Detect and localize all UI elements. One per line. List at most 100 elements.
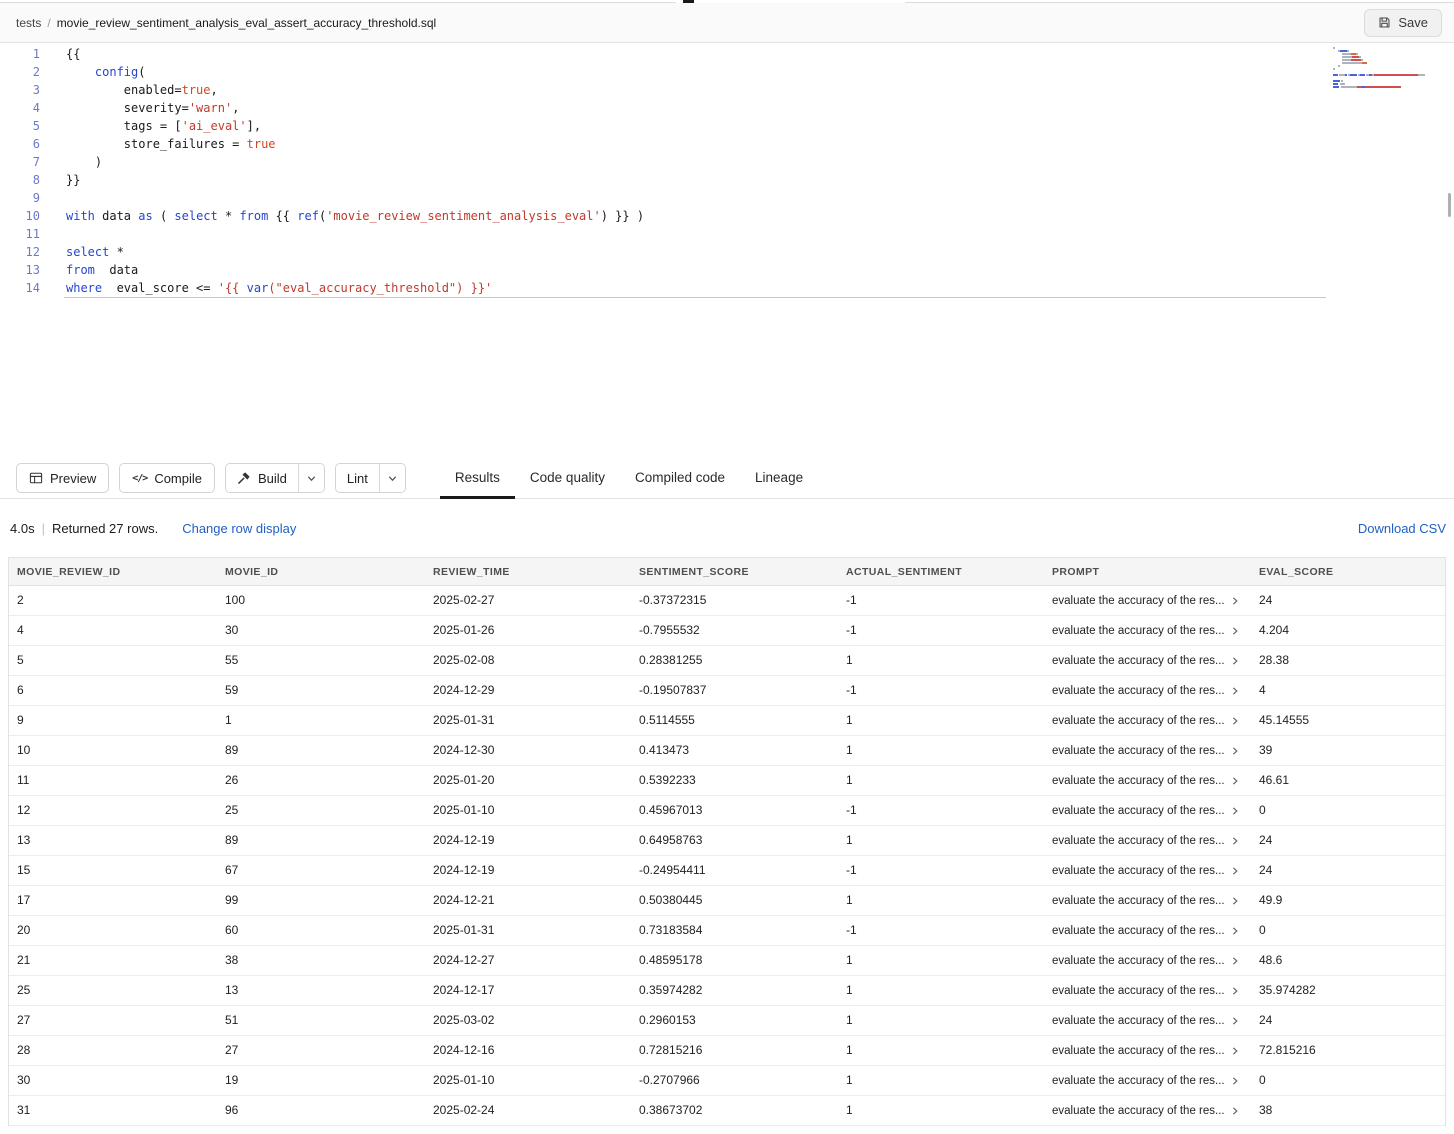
editor-line[interactable]: 5 tags = ['ai_eval'],	[0, 117, 1454, 135]
code-editor[interactable]: 1{{2 config(3 enabled=true,4 severity='w…	[0, 43, 1454, 458]
table-cell: 1	[838, 706, 1044, 735]
download-csv-link[interactable]: Download CSV	[1358, 521, 1446, 536]
tab-results[interactable]: Results	[440, 458, 515, 499]
table-cell: 1	[838, 1036, 1044, 1065]
prompt-text: evaluate the accuracy of the res...	[1052, 925, 1225, 937]
status-separator: |	[42, 521, 45, 536]
column-header: MOVIE_ID	[217, 558, 425, 585]
prompt-cell[interactable]: evaluate the accuracy of the res...	[1044, 796, 1251, 825]
column-header: REVIEW_TIME	[425, 558, 631, 585]
build-dropdown-button[interactable]	[299, 464, 324, 492]
prompt-cell[interactable]: evaluate the accuracy of the res...	[1044, 976, 1251, 1005]
file-tab-icon	[683, 0, 694, 3]
prompt-text: evaluate the accuracy of the res...	[1052, 745, 1225, 757]
prompt-cell[interactable]: evaluate the accuracy of the res...	[1044, 946, 1251, 975]
preview-button[interactable]: Preview	[16, 463, 109, 493]
expand-cell-icon	[1230, 806, 1240, 816]
prompt-cell[interactable]: evaluate the accuracy of the res...	[1044, 646, 1251, 675]
prompt-cell[interactable]: evaluate the accuracy of the res...	[1044, 916, 1251, 945]
table-cell: 67	[217, 856, 425, 885]
prompt-cell[interactable]: evaluate the accuracy of the res...	[1044, 1006, 1251, 1035]
prompt-text: evaluate the accuracy of the res...	[1052, 775, 1225, 787]
prompt-text: evaluate the accuracy of the res...	[1052, 685, 1225, 697]
table-cell: 0.28381255	[631, 646, 838, 675]
table-cell: 17	[9, 886, 217, 915]
breadcrumb-folder[interactable]: tests	[16, 16, 41, 30]
prompt-cell[interactable]: evaluate the accuracy of the res...	[1044, 676, 1251, 705]
hammer-icon	[237, 471, 251, 485]
table-cell: 38	[1251, 1096, 1445, 1125]
lint-button[interactable]: Lint	[336, 464, 380, 492]
line-number: 11	[0, 225, 40, 243]
prompt-cell[interactable]: evaluate the accuracy of the res...	[1044, 856, 1251, 885]
table-cell: 59	[217, 676, 425, 705]
editor-scrollbar[interactable]	[1448, 193, 1451, 217]
editor-line[interactable]: 6 store_failures = true	[0, 135, 1454, 153]
editor-line[interactable]: 2 config(	[0, 63, 1454, 81]
prompt-cell[interactable]: evaluate the accuracy of the res...	[1044, 886, 1251, 915]
line-number: 5	[0, 117, 40, 135]
lint-dropdown-button[interactable]	[380, 464, 405, 492]
table-cell: 2024-12-21	[425, 886, 631, 915]
table-cell: 0.35974282	[631, 976, 838, 1005]
prompt-text: evaluate the accuracy of the res...	[1052, 955, 1225, 967]
editor-line[interactable]: 7 )	[0, 153, 1454, 171]
save-icon	[1378, 16, 1391, 29]
table-cell: 2024-12-17	[425, 976, 631, 1005]
app: tests / movie_review_sentiment_analysis_…	[0, 0, 1454, 1126]
prompt-cell[interactable]: evaluate the accuracy of the res...	[1044, 616, 1251, 645]
editor-line[interactable]: 1{{	[0, 45, 1454, 63]
compile-button[interactable]: </> Compile	[119, 463, 215, 493]
table-row: 20602025-01-310.73183584-1evaluate the a…	[9, 916, 1445, 946]
table-row: 13892024-12-190.649587631evaluate the ac…	[9, 826, 1445, 856]
table-cell: 55	[217, 646, 425, 675]
editor-line[interactable]: 10with data as ( select * from {{ ref('m…	[0, 207, 1454, 225]
prompt-cell[interactable]: evaluate the accuracy of the res...	[1044, 706, 1251, 735]
table-cell: 27	[217, 1036, 425, 1065]
editor-line[interactable]: 3 enabled=true,	[0, 81, 1454, 99]
table-cell: 2025-02-24	[425, 1096, 631, 1125]
lint-split-button: Lint	[335, 463, 406, 493]
table-cell: 49.9	[1251, 886, 1445, 915]
editor-line[interactable]: 11	[0, 225, 1454, 243]
line-number: 2	[0, 63, 40, 81]
editor-line[interactable]: 4 severity='warn',	[0, 99, 1454, 117]
expand-cell-icon	[1230, 626, 1240, 636]
table-cell: 31	[9, 1096, 217, 1125]
prompt-cell[interactable]: evaluate the accuracy of the res...	[1044, 586, 1251, 615]
tab-lineage[interactable]: Lineage	[740, 458, 818, 499]
table-row: 4302025-01-26-0.7955532-1evaluate the ac…	[9, 616, 1445, 646]
file-tab-strip[interactable]	[0, 0, 1454, 3]
prompt-cell[interactable]: evaluate the accuracy of the res...	[1044, 736, 1251, 765]
editor-line[interactable]: 12select *	[0, 243, 1454, 261]
table-cell: 28.38	[1251, 646, 1445, 675]
line-number: 12	[0, 243, 40, 261]
prompt-cell[interactable]: evaluate the accuracy of the res...	[1044, 1096, 1251, 1125]
build-button[interactable]: Build	[226, 464, 299, 492]
table-cell: 4	[9, 616, 217, 645]
table-cell: 1	[838, 766, 1044, 795]
table-cell: 2024-12-27	[425, 946, 631, 975]
change-row-display-link[interactable]: Change row display	[182, 521, 296, 536]
editor-line[interactable]: 9	[0, 189, 1454, 207]
table-cell: 20	[9, 916, 217, 945]
editor-line[interactable]: 13from data	[0, 261, 1454, 279]
table-cell: 0.64958763	[631, 826, 838, 855]
prompt-cell[interactable]: evaluate the accuracy of the res...	[1044, 826, 1251, 855]
tab-compiled-code[interactable]: Compiled code	[620, 458, 740, 499]
prompt-cell[interactable]: evaluate the accuracy of the res...	[1044, 1066, 1251, 1095]
save-button[interactable]: Save	[1364, 9, 1442, 37]
prompt-text: evaluate the accuracy of the res...	[1052, 865, 1225, 877]
prompt-text: evaluate the accuracy of the res...	[1052, 655, 1225, 667]
table-cell: 30	[217, 616, 425, 645]
prompt-cell[interactable]: evaluate the accuracy of the res...	[1044, 1036, 1251, 1065]
tab-code-quality[interactable]: Code quality	[515, 458, 620, 499]
minimap[interactable]	[1333, 47, 1445, 89]
table-cell: 2025-02-08	[425, 646, 631, 675]
editor-line[interactable]: 14where eval_score <= '{{ var("eval_accu…	[0, 279, 1454, 297]
editor-line[interactable]: 8}}	[0, 171, 1454, 189]
table-cell: 0	[1251, 1066, 1445, 1095]
prompt-cell[interactable]: evaluate the accuracy of the res...	[1044, 766, 1251, 795]
table-cell: 25	[217, 796, 425, 825]
line-number: 10	[0, 207, 40, 225]
